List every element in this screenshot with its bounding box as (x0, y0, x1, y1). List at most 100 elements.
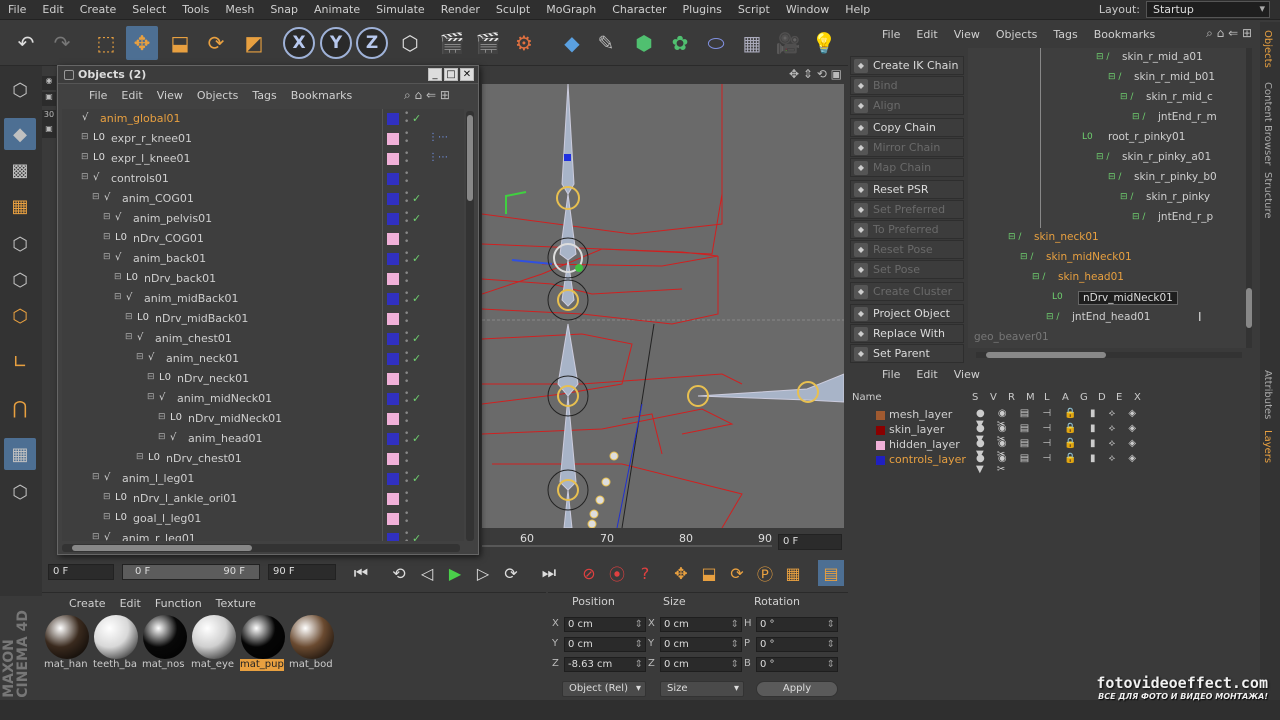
layer-color-swatch[interactable] (876, 441, 885, 450)
objects-search-icons[interactable]: ⌕ ⌂ ⇐ ⊞ (404, 88, 450, 103)
subdivision-icon[interactable]: ⬢ (628, 26, 660, 60)
material-menu-create[interactable]: Create (62, 595, 113, 613)
layer-row[interactable]: hidden_layer ● ◉ ▤ ⊣ 🔒 ▮ ⟡ ◈ ▼ ✂ (848, 438, 1148, 460)
layer-column-header[interactable]: A (1062, 392, 1069, 403)
size-field[interactable]: 0 cm ⇕ (660, 637, 742, 652)
tree-item[interactable]: skin_r_pinky_b0 (1134, 171, 1217, 183)
layer-menu-edit[interactable]: Edit (908, 366, 945, 384)
material-menu-edit[interactable]: Edit (113, 595, 148, 613)
layer-column-header[interactable]: X (1134, 392, 1141, 403)
layer-color-swatch[interactable] (387, 473, 399, 485)
visibility-dots-icon[interactable]: •• (404, 250, 409, 267)
tree-item[interactable]: skin_r_mid_a01 (1122, 51, 1203, 63)
layer-column-header[interactable]: L (1044, 392, 1050, 403)
layer-menu-file[interactable]: File (874, 366, 908, 384)
layer-color-swatch[interactable] (387, 273, 399, 285)
layer-color-swatch[interactable] (387, 453, 399, 465)
object-row[interactable]: ⊟ √ anim_neck01 • • ✓ (62, 349, 462, 369)
make-editable-icon[interactable]: ⬡ (4, 74, 36, 106)
expand-toggle-icon[interactable]: ⊟ (81, 152, 89, 162)
key-parameter-icon[interactable]: Ⓟ (752, 560, 778, 586)
right-menu-view[interactable]: View (946, 26, 988, 44)
expand-toggle-icon[interactable]: ⊟ (92, 532, 100, 541)
object-row[interactable]: ⊟ √ anim_back01 • • ✓ (62, 249, 462, 269)
tree-item[interactable]: skin_r_mid_b01 (1134, 71, 1215, 83)
tree-item[interactable]: geo_beaver01 (974, 331, 1049, 343)
command-button[interactable]: ◆ Mirror Chain (850, 138, 964, 157)
expand-toggle-icon[interactable]: ⊟ (147, 372, 155, 382)
deformer-icon[interactable]: ⬭ (700, 26, 732, 60)
right-tree-scrollbar[interactable] (1246, 48, 1252, 348)
lod-small-icon[interactable]: ▣ (42, 92, 56, 106)
expand-toggle-icon[interactable]: ⊟ (103, 212, 111, 222)
layer-column-header[interactable]: S (972, 392, 978, 403)
objects-menu-objects[interactable]: Objects (190, 89, 246, 102)
command-button[interactable]: ◆Replace With⚙ (850, 324, 981, 343)
right-menu-edit[interactable]: Edit (908, 26, 945, 44)
expand-toggle-icon[interactable]: ⊟ (81, 132, 89, 142)
3d-viewport[interactable] (482, 84, 844, 528)
layout-dropdown[interactable]: Startup (1146, 1, 1270, 18)
key-scale-icon[interactable]: ⬓ (696, 560, 722, 586)
command-button[interactable]: ◆ Set Parent (850, 344, 964, 363)
timeline-ruler[interactable]: 60 70 80 90 0 F (482, 528, 848, 554)
layer-color-swatch[interactable] (387, 213, 399, 225)
visibility-dots-icon[interactable]: •• (404, 190, 409, 207)
tree-item[interactable]: skin_midNeck01 (1046, 251, 1132, 263)
stepper-arrows-icon[interactable]: ⇕ (731, 638, 739, 651)
cube-primitive-icon[interactable]: ◆ (556, 26, 588, 60)
enabled-check-icon[interactable]: ✓ (412, 112, 421, 125)
objects-horizontal-scrollbar[interactable] (62, 544, 460, 552)
undo-icon[interactable]: ↶ (10, 26, 42, 60)
visibility-dots-icon[interactable]: •• (404, 110, 409, 127)
stepper-arrows-icon[interactable]: ⇕ (635, 638, 643, 651)
tab-structure[interactable]: Structure (1262, 172, 1273, 219)
layer-column-header[interactable]: R (1008, 392, 1015, 403)
visibility-dots-icon[interactable]: •• (404, 210, 409, 227)
menu-sculpt[interactable]: Sculpt (488, 3, 538, 16)
prev-frame-icon[interactable]: ◁ (414, 560, 440, 586)
viewport-nav-icons[interactable]: ✥ ⇕ ⟲ ▣ (789, 67, 842, 81)
command-button[interactable]: ◆ Create Cluster (850, 282, 964, 301)
expand-toggle-icon[interactable]: ⊟ (136, 452, 144, 462)
layer-row[interactable]: mesh_layer ● ◉ ▤ ⊣ 🔒 ▮ ⟡ ◈ ▼ ✂ (848, 408, 1148, 430)
layer-color-swatch[interactable] (387, 153, 399, 165)
layer-color-swatch[interactable] (387, 313, 399, 325)
menu-mesh[interactable]: Mesh (217, 3, 262, 16)
enabled-check-icon[interactable]: ✓ (412, 392, 421, 405)
expand-toggle-icon[interactable]: ⊟ (136, 352, 144, 362)
key-position-icon[interactable]: ✥ (668, 560, 694, 586)
menu-script[interactable]: Script (730, 3, 778, 16)
object-row[interactable]: ⊟ √ anim_chest01 • • ✓ (62, 329, 462, 349)
tree-item[interactable]: jntEnd_head01 (1072, 311, 1150, 323)
objects-menu-edit[interactable]: Edit (114, 89, 149, 102)
visibility-dots-icon[interactable]: •• (404, 510, 409, 527)
command-button[interactable]: ◆ Create IK Chain (850, 56, 964, 75)
objects-menu-tags[interactable]: Tags (245, 89, 283, 102)
layer-color-swatch[interactable] (876, 426, 885, 435)
position-field[interactable]: 0 cm ⇕ (564, 637, 646, 652)
expression-tag-icon[interactable]: ⋮⋯ (428, 132, 448, 143)
objects-vertical-scrollbar[interactable] (466, 111, 474, 541)
end-frame-field[interactable]: 90 F (268, 564, 336, 580)
enabled-check-icon[interactable]: ✓ (412, 432, 421, 445)
render-picture-viewer-icon[interactable]: 🎬 (472, 26, 504, 60)
layer-color-swatch[interactable] (387, 533, 399, 541)
layer-color-swatch[interactable] (387, 133, 399, 145)
expand-toggle-icon[interactable]: ⊟ (114, 272, 122, 282)
apply-button[interactable]: Apply (756, 681, 838, 697)
render-settings-icon[interactable]: ⚙ (508, 26, 540, 60)
visibility-dots-icon[interactable]: •• (404, 430, 409, 447)
expand-toggle-icon[interactable]: ⊟ (103, 232, 111, 242)
visibility-dots-icon[interactable]: •• (404, 310, 409, 327)
enabled-check-icon[interactable]: ✓ (412, 252, 421, 265)
spline-pen-icon[interactable]: ✎ (590, 26, 622, 60)
object-row[interactable]: ⊟ L0 goal_l_leg01 • • (62, 509, 462, 529)
expand-toggle-icon[interactable]: ⊟ (147, 392, 155, 402)
position-field[interactable]: -8.63 cm ⇕ (564, 657, 646, 672)
menu-animate[interactable]: Animate (306, 3, 368, 16)
y-axis-lock-icon[interactable]: Y (320, 27, 352, 59)
right-menu-file[interactable]: File (874, 26, 908, 44)
tab-objects[interactable]: Objects (1262, 30, 1273, 68)
right-menu-tags[interactable]: Tags (1045, 26, 1085, 44)
